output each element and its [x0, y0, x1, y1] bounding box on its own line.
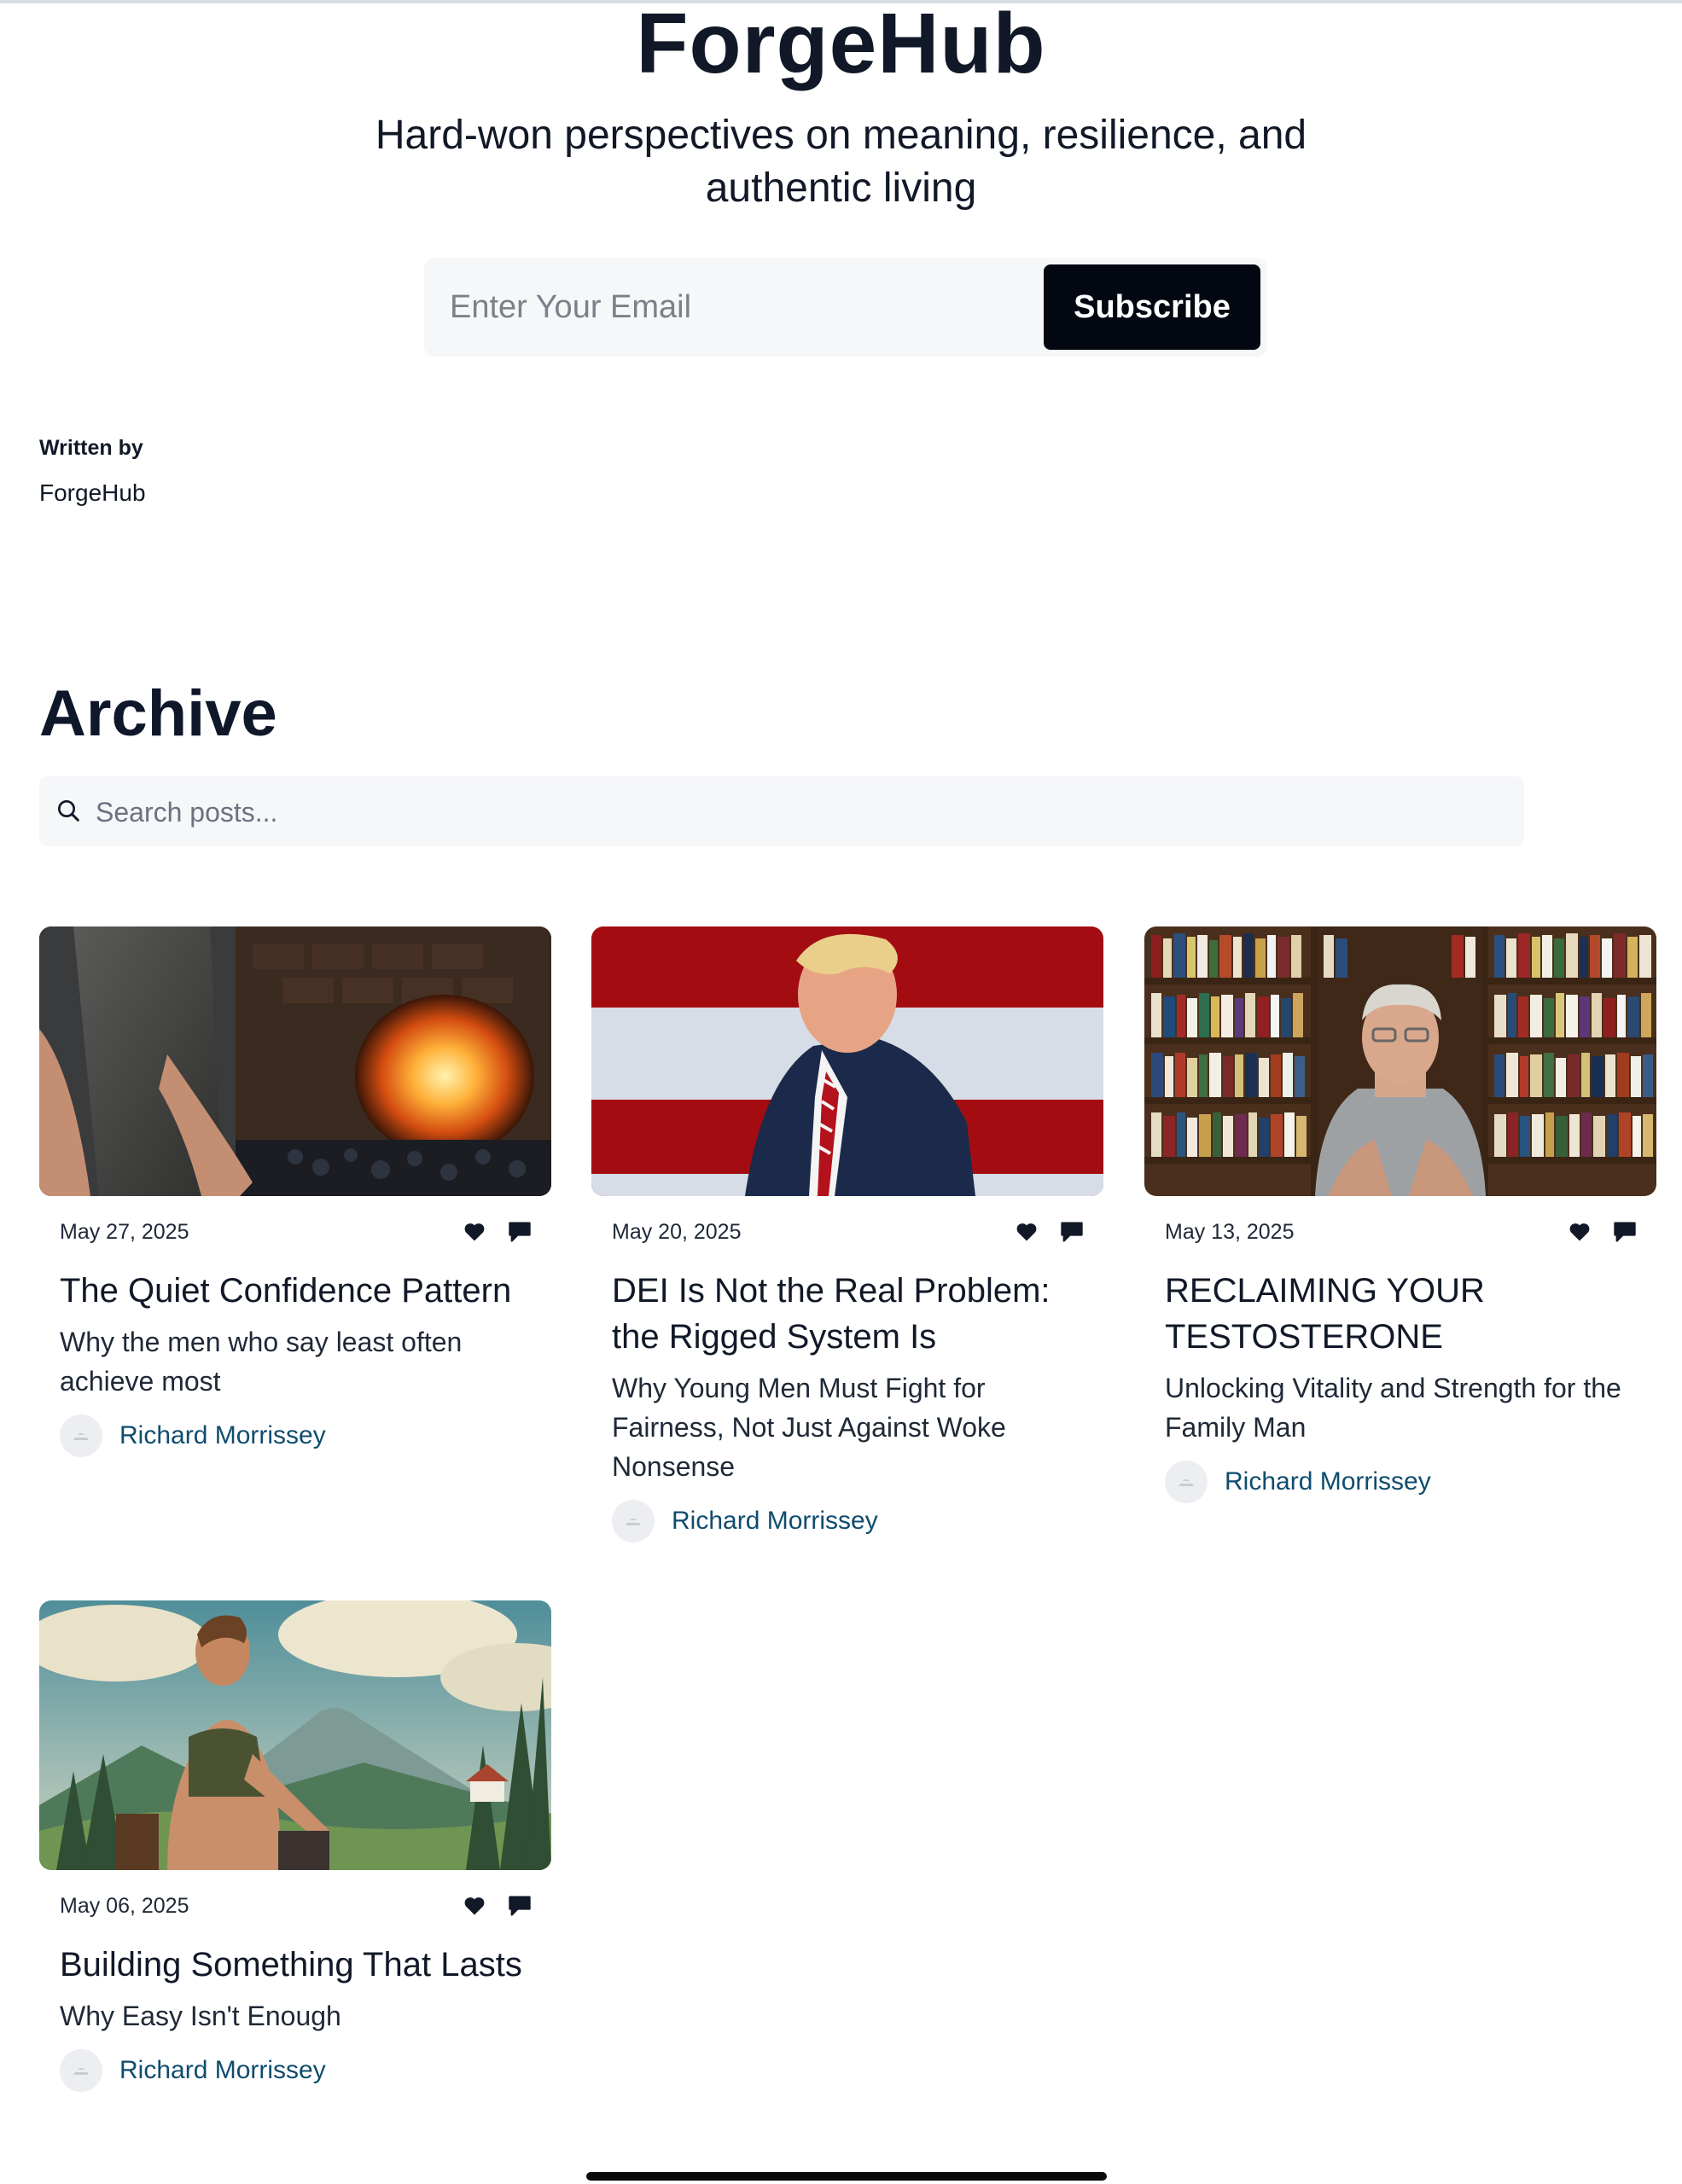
search-bar: [39, 776, 1524, 848]
post-subtitle: Why Easy Isn't Enough: [60, 2001, 341, 2031]
heart-icon[interactable]: [1015, 1220, 1039, 1244]
comment-icon[interactable]: [1612, 1220, 1638, 1244]
post-meta: May 27, 2025: [39, 1215, 551, 1249]
heart-icon[interactable]: [1568, 1220, 1592, 1244]
comment-icon[interactable]: [507, 1894, 533, 1918]
post-subtitle: Why Young Men Must Fight for Fairness, N…: [612, 1373, 1006, 1482]
post-thumbnail-blacksmith[interactable]: [39, 926, 551, 1196]
comment-icon[interactable]: [507, 1220, 533, 1244]
post-title[interactable]: Building Something That Lasts: [60, 1942, 538, 1988]
author-name[interactable]: Richard Morrissey: [672, 1505, 878, 1537]
subscribe-button[interactable]: Subscribe: [1044, 264, 1260, 350]
email-field[interactable]: [424, 258, 1039, 357]
byline-author-link[interactable]: ForgeHub: [39, 478, 146, 508]
post-thumbnail-flag[interactable]: [591, 926, 1103, 1196]
post-meta: May 06, 2025: [39, 1889, 551, 1923]
post-date: May 06, 2025: [60, 1894, 189, 1918]
avatar: [1165, 1461, 1208, 1503]
heart-icon[interactable]: [463, 1220, 486, 1244]
subscribe-form: Subscribe: [424, 258, 1267, 357]
post-card[interactable]: May 06, 2025 Building Something That Las…: [39, 1600, 551, 2092]
site-title[interactable]: ForgeHub: [0, 0, 1682, 90]
post-subtitle: Unlocking Vitality and Strength for the …: [1165, 1373, 1621, 1443]
archive-heading: Archive: [39, 677, 277, 750]
post-thumbnail-mountain[interactable]: [39, 1600, 551, 1870]
avatar: [60, 1414, 102, 1457]
search-input[interactable]: [94, 776, 1497, 848]
post-subtitle: Why the men who say least often achieve …: [60, 1327, 463, 1397]
comment-icon[interactable]: [1059, 1220, 1085, 1244]
avatar: [612, 1500, 655, 1542]
post-date: May 20, 2025: [612, 1220, 742, 1244]
post-meta: May 13, 2025: [1144, 1215, 1656, 1249]
byline-label: Written by: [39, 436, 143, 460]
post-meta: May 20, 2025: [591, 1215, 1103, 1249]
search-icon: [58, 800, 79, 822]
author-name[interactable]: Richard Morrissey: [119, 2054, 326, 2087]
post-thumbnail-bookshelf[interactable]: [1144, 926, 1656, 1196]
post-card[interactable]: May 20, 2025 DEI Is Not the Real Problem…: [591, 926, 1103, 1542]
author-name[interactable]: Richard Morrissey: [1225, 1466, 1431, 1498]
author-name[interactable]: Richard Morrissey: [119, 1420, 326, 1452]
avatar: [60, 2049, 102, 2092]
home-indicator: [586, 2172, 1107, 2181]
post-date: May 13, 2025: [1165, 1220, 1295, 1244]
post-author[interactable]: Richard Morrissey: [60, 1414, 551, 1457]
byline: Written by ForgeHub: [39, 433, 146, 508]
post-card[interactable]: May 27, 2025 The Quiet Confidence Patter…: [39, 926, 551, 1457]
post-author[interactable]: Richard Morrissey: [60, 2049, 551, 2092]
post-author[interactable]: Richard Morrissey: [1165, 1461, 1656, 1503]
post-title[interactable]: The Quiet Confidence Pattern: [60, 1268, 538, 1314]
post-card[interactable]: May 13, 2025 RECLAIMING YOUR TESTOSTERON…: [1144, 926, 1656, 1503]
post-date: May 27, 2025: [60, 1220, 189, 1244]
heart-icon[interactable]: [463, 1894, 486, 1918]
site-tagline: Hard-won perspectives on meaning, resili…: [375, 113, 1307, 211]
post-title[interactable]: RECLAIMING YOUR TESTOSTERONE: [1165, 1268, 1643, 1360]
post-title[interactable]: DEI Is Not the Real Problem: the Rigged …: [612, 1268, 1090, 1360]
post-author[interactable]: Richard Morrissey: [612, 1500, 1103, 1542]
